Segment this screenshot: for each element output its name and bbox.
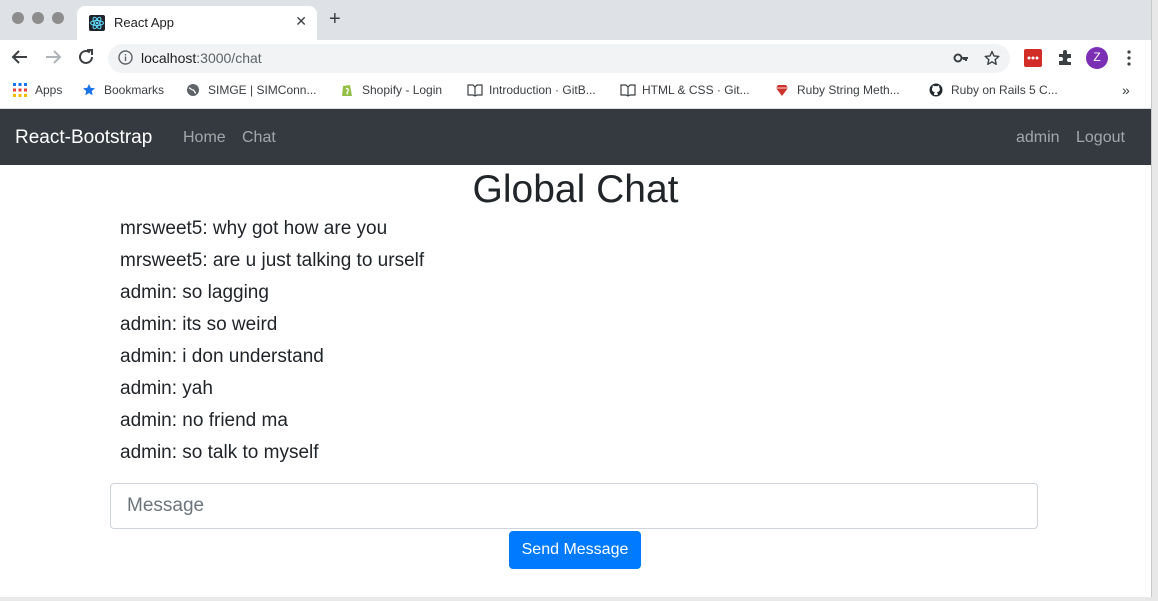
chat-message: mrsweet5: why got how are you — [120, 218, 388, 239]
forward-arrow-icon — [46, 50, 62, 64]
bookmark-label: Introduction · GitB... — [489, 83, 596, 97]
send-message-button[interactable]: Send Message — [509, 531, 641, 569]
bookmark-label: Shopify - Login — [362, 83, 443, 97]
bookmark-label: Ruby on Rails 5 C... — [951, 83, 1058, 97]
reload-button[interactable] — [77, 48, 95, 70]
url-host: localhost — [141, 50, 197, 66]
tab-strip: React App ✕ + — [0, 0, 1151, 40]
bookmark-gitbook-intro[interactable]: Introduction · GitB... — [467, 83, 596, 97]
bookmark-ruby-string[interactable]: Ruby String Meth... — [775, 83, 900, 97]
url-path: :3000/chat — [196, 50, 262, 66]
browser-menu-icon[interactable] — [1127, 50, 1131, 71]
close-window-button[interactable] — [12, 12, 24, 24]
new-tab-button[interactable]: + — [329, 9, 341, 29]
nav-link-home[interactable]: Home — [183, 129, 226, 147]
bookmark-shopify[interactable]: Shopify - Login — [340, 83, 442, 97]
globe-icon — [186, 83, 200, 97]
back-button[interactable] — [11, 48, 29, 70]
chat-message: admin: yah — [120, 378, 213, 399]
nav-user-link[interactable]: admin — [1016, 129, 1060, 147]
lastpass-extension-icon[interactable] — [1024, 49, 1042, 72]
message-list: mrsweet5: why got how are you mrsweet5: … — [120, 217, 424, 473]
extensions-puzzle-icon[interactable] — [1057, 49, 1073, 70]
bookmark-bookmarks[interactable]: Bookmarks — [82, 83, 164, 97]
tab-close-icon[interactable]: ✕ — [295, 13, 307, 30]
address-bar[interactable]: localhost:3000/chat — [108, 44, 1010, 73]
background-strip — [0, 597, 1158, 601]
bookmark-star-icon[interactable] — [984, 50, 1000, 71]
github-icon — [929, 83, 943, 97]
chat-message: admin: its so weird — [120, 314, 278, 335]
bookmark-label: Ruby String Meth... — [797, 83, 900, 97]
bookmark-html-css[interactable]: HTML & CSS · Git... — [620, 83, 750, 97]
react-logo-icon — [89, 15, 105, 31]
tab-title: React App — [114, 15, 174, 30]
profile-initial: Z — [1093, 50, 1101, 64]
browser-toolbar: localhost:3000/chat Z — [0, 40, 1151, 77]
bookmark-simge[interactable]: SIMGE | SIMConn... — [186, 83, 316, 97]
book-icon — [467, 83, 483, 97]
reload-icon — [79, 49, 93, 64]
key-icon[interactable] — [953, 50, 969, 71]
profile-avatar[interactable]: Z — [1086, 47, 1108, 74]
navbar-brand[interactable]: React-Bootstrap — [15, 127, 152, 149]
star-icon — [82, 83, 96, 97]
bookmark-apps[interactable]: Apps — [13, 83, 62, 97]
chat-message: admin: so talk to myself — [120, 442, 319, 463]
nav-logout-link[interactable]: Logout — [1076, 129, 1125, 147]
apps-grid-icon — [13, 83, 27, 97]
app-navbar: React-Bootstrap Home Chat admin Logout — [0, 109, 1151, 165]
bookmarks-bar: Apps Bookmarks SIMGE | SIMConn... Shopif… — [0, 77, 1151, 109]
chat-message: admin: so lagging — [120, 282, 269, 303]
ruby-icon — [775, 83, 789, 97]
message-input[interactable] — [110, 483, 1038, 529]
shopify-icon — [340, 83, 354, 97]
url-text: localhost:3000/chat — [141, 50, 262, 66]
bookmark-label: Bookmarks — [104, 83, 165, 97]
minimize-window-button[interactable] — [32, 12, 44, 24]
bookmark-label: HTML & CSS · Git... — [642, 83, 750, 97]
page-title: Global Chat — [472, 168, 679, 211]
bookmarks-overflow-button[interactable]: » — [1122, 82, 1130, 98]
browser-window: React App ✕ + localhost:3000/chat Z Apps… — [0, 0, 1151, 597]
zoom-window-button[interactable] — [52, 12, 64, 24]
back-arrow-icon — [11, 50, 27, 64]
chat-message: mrsweet5: are u just talking to urself — [120, 250, 425, 271]
bookmark-ruby-on-rails[interactable]: Ruby on Rails 5 C... — [929, 83, 1058, 97]
chat-message: admin: i don understand — [120, 346, 324, 367]
bookmark-label: Apps — [35, 83, 63, 97]
site-info-icon[interactable] — [118, 50, 133, 65]
book-icon — [620, 83, 636, 97]
chat-message: admin: no friend ma — [120, 410, 288, 431]
browser-tab[interactable]: React App ✕ — [77, 6, 317, 40]
bookmark-label: SIMGE | SIMConn... — [208, 83, 317, 97]
forward-button[interactable] — [44, 48, 62, 70]
nav-link-chat[interactable]: Chat — [242, 129, 276, 147]
